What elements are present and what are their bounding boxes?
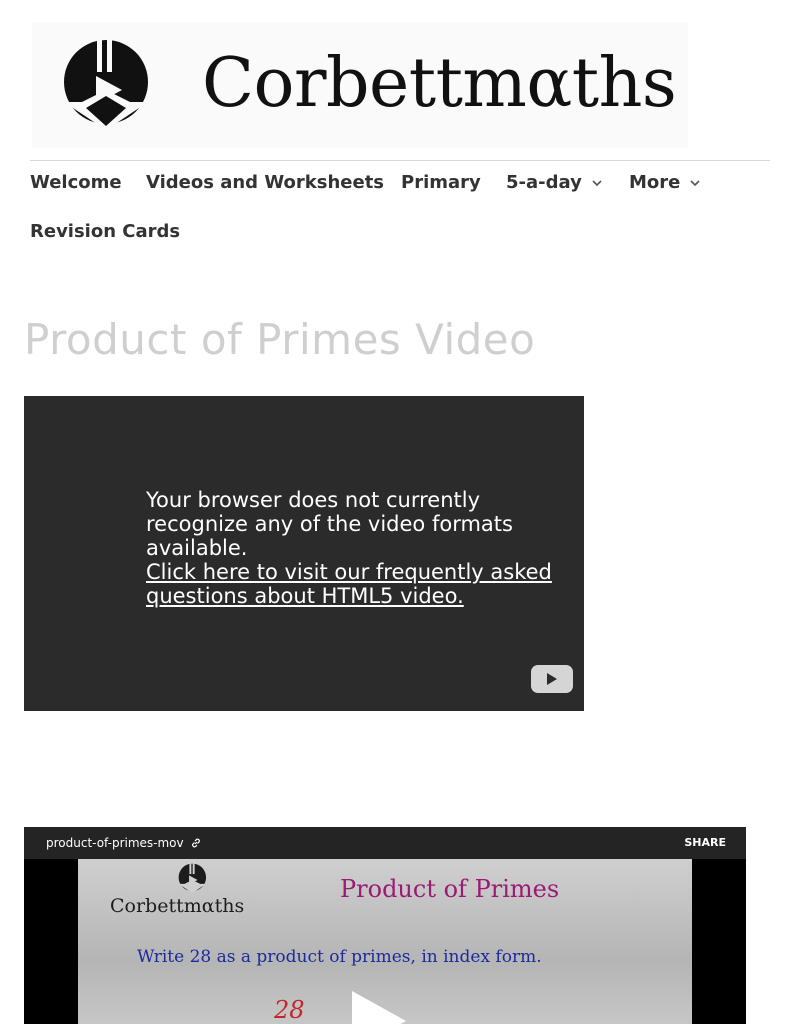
nav-item-label: More <box>629 172 681 193</box>
share-button[interactable]: SHARE <box>684 836 726 850</box>
nav-item-primary[interactable]: Primary <box>401 171 481 195</box>
html5-faq-link[interactable]: Click here to visit our frequently asked… <box>146 560 576 608</box>
slide-logo-text: Corbettmαths <box>110 895 245 917</box>
nav-item-videos-and-worksheets[interactable]: Videos and Worksheets <box>146 171 384 195</box>
nav-item-label: Welcome <box>30 172 122 193</box>
nav-item-label: Revision Cards <box>30 221 181 242</box>
link-icon <box>191 838 200 848</box>
chevron-down-icon <box>690 180 700 187</box>
video-player[interactable]: Your browser does not currently recogniz… <box>24 396 584 711</box>
video-title-bar: product-of-primes-mov SHARE <box>24 827 746 859</box>
nav-item-welcome[interactable]: Welcome <box>30 171 122 195</box>
nav-item-revision-cards[interactable]: Revision Cards <box>30 220 180 244</box>
embedded-video[interactable]: Corbettmαths Product of Primes Write 28 … <box>24 827 746 1024</box>
play-button[interactable] <box>531 665 573 693</box>
nav-item-label: Primary <box>401 172 481 193</box>
corbettmaths-logo-icon <box>64 38 148 130</box>
nav-item-more[interactable]: More <box>629 171 700 195</box>
video-fallback-message: Your browser does not currently recogniz… <box>146 488 576 608</box>
corbettmaths-logo-icon <box>178 862 207 894</box>
slide-logo: Corbettmαths <box>110 861 280 921</box>
logo-text: Corbettmαths <box>202 44 677 123</box>
nav-item-label: 5-a-day <box>506 172 582 193</box>
slide-title: Product of Primes <box>340 875 560 903</box>
nav-divider <box>30 160 770 161</box>
site-logo[interactable]: Corbettmαths <box>32 22 688 148</box>
play-icon[interactable] <box>296 957 406 1024</box>
play-icon <box>547 673 557 685</box>
nav-item-5-a-day[interactable]: 5-a-day <box>506 171 602 195</box>
page-title: Product of Primes Video <box>24 315 536 364</box>
video-name[interactable]: product-of-primes-mov <box>46 835 202 851</box>
chevron-down-icon <box>592 180 602 187</box>
fallback-text: Your browser does not currently recogniz… <box>146 488 513 560</box>
video-name-text: product-of-primes-mov <box>46 836 184 850</box>
nav-item-label: Videos and Worksheets <box>146 172 385 193</box>
